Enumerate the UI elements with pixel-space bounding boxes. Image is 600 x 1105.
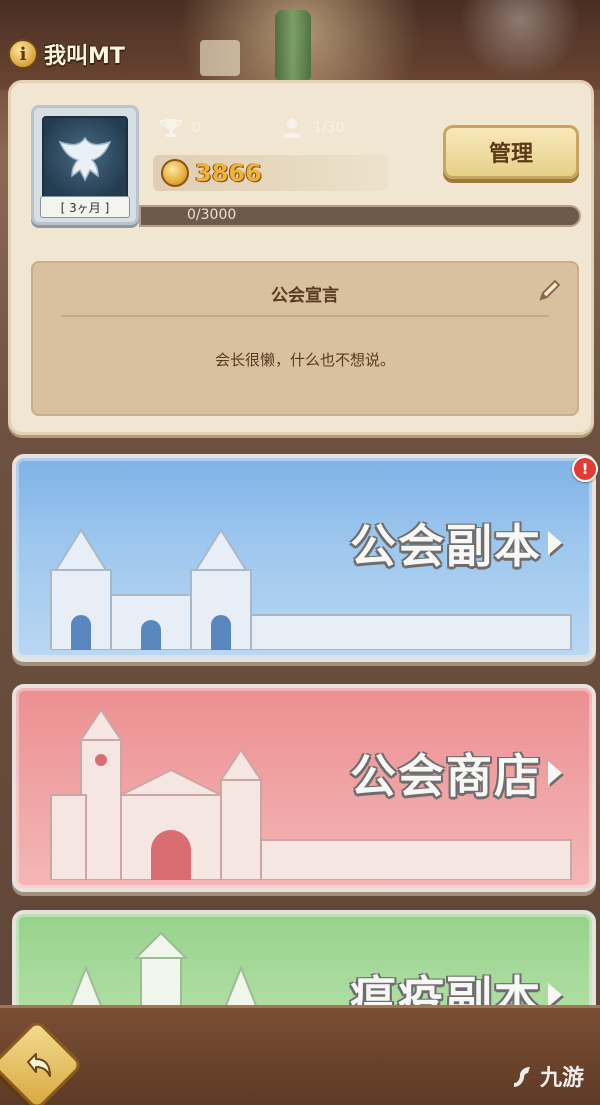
plague-dungeon-banner[interactable]: 瘟疫副本 xyxy=(12,910,596,1020)
eagle-emblem-icon xyxy=(42,116,128,202)
declaration-text: 会长很懒，什么也不想说。 xyxy=(214,351,395,369)
member-count: 1/30 xyxy=(313,120,345,136)
guild-name: 我叫MT xyxy=(44,44,125,69)
banner-title-shop: 公会商店 xyxy=(350,740,562,806)
banner-title-dungeon: 公会副本 xyxy=(350,510,562,576)
guild-gold: 3866 xyxy=(153,155,388,191)
trophy-icon xyxy=(158,115,184,141)
guild-header: i 我叫MT xyxy=(8,36,125,72)
mug-decoration xyxy=(200,40,240,76)
guild-shop-banner[interactable]: 公会商店 xyxy=(12,684,596,892)
manage-button[interactable]: 管理 xyxy=(443,125,579,179)
guild-age-label: [ 3ヶ月 ] xyxy=(40,196,130,218)
gold-coin-icon xyxy=(161,159,189,187)
guild-emblem-frame[interactable]: [ 3ヶ月 ] xyxy=(31,105,139,225)
declaration-title: 公会宣言 xyxy=(271,286,339,306)
trophy-count: 0 xyxy=(192,120,201,136)
person-icon xyxy=(279,115,305,141)
guild-info-panel: [ 3ヶ月 ] 0 1/30 3866 管理 0/3000 公会宣言 会长很懒，… xyxy=(8,80,594,435)
back-arrow-icon xyxy=(18,1046,58,1086)
pencil-icon[interactable] xyxy=(533,275,565,307)
guild-declaration-box: 公会宣言 会长很懒，什么也不想说。 xyxy=(31,261,579,416)
info-icon[interactable]: i xyxy=(8,39,38,69)
guild-exp-text: 0/3000 xyxy=(187,207,237,223)
bottle-decoration xyxy=(275,10,311,80)
gold-value: 3866 xyxy=(195,159,262,187)
watermark: 九游 xyxy=(510,1060,584,1092)
chevron-right-icon xyxy=(548,531,562,555)
alert-badge: ! xyxy=(572,456,598,482)
watermark-logo-icon xyxy=(514,1067,530,1087)
guild-dungeon-banner[interactable]: 公会副本 xyxy=(12,454,596,662)
trophy-stat: 0 xyxy=(158,115,201,141)
chevron-right-icon xyxy=(548,983,562,1007)
divider xyxy=(61,315,549,317)
chevron-right-icon xyxy=(548,761,562,785)
member-stat: 1/30 xyxy=(279,115,344,141)
